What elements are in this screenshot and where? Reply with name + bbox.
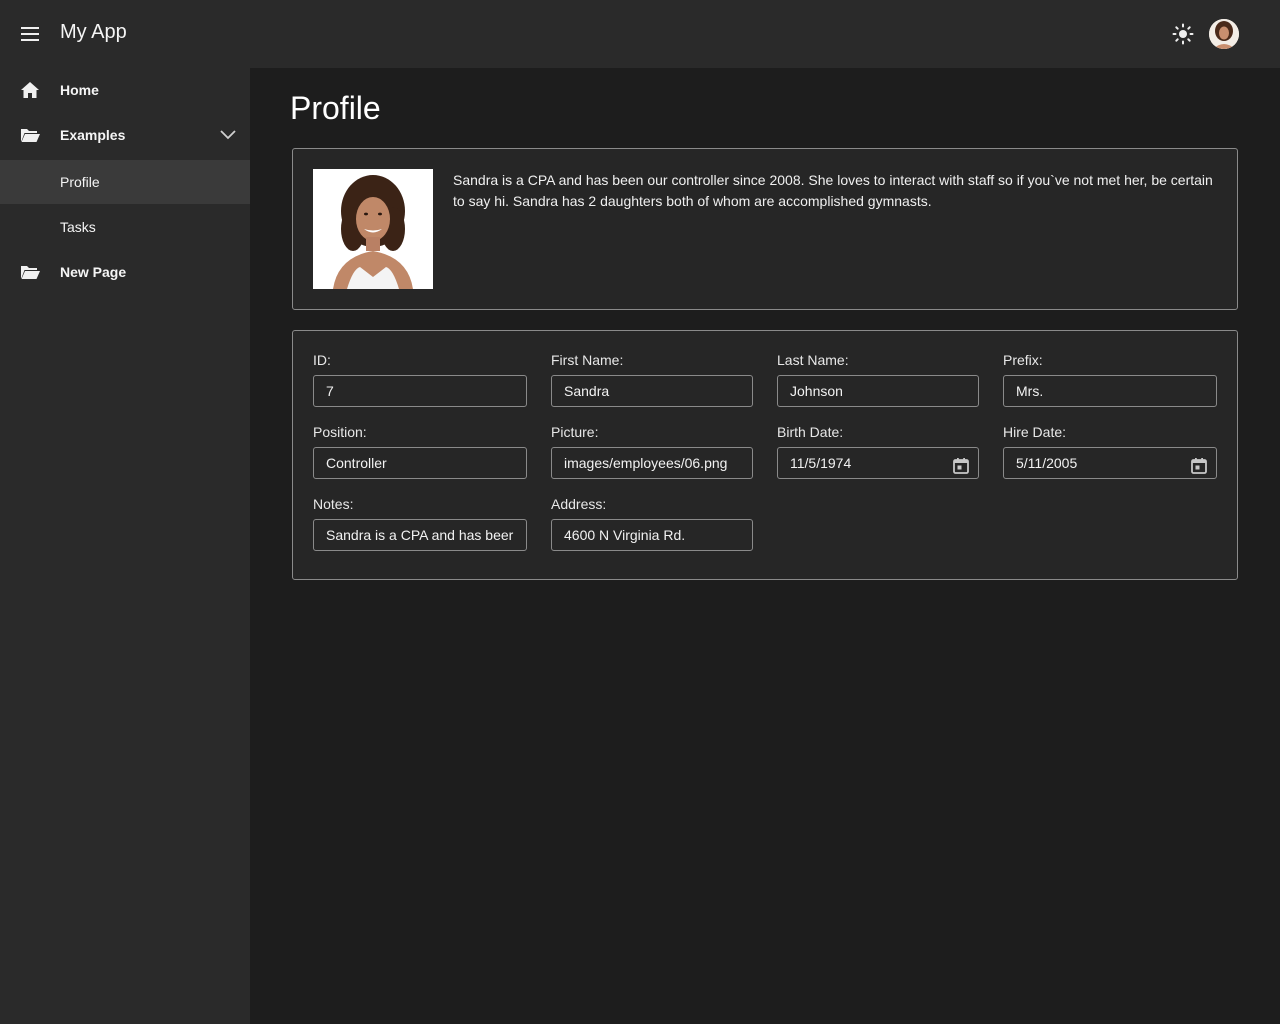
id-label: ID: bbox=[313, 352, 331, 368]
notes-field[interactable]: Sandra is a CPA and has beer bbox=[313, 519, 527, 551]
hamburger-menu-icon[interactable] bbox=[20, 24, 40, 44]
home-icon bbox=[20, 80, 40, 100]
sidebar-item-tasks[interactable]: Tasks bbox=[0, 205, 250, 249]
first-name-label: First Name: bbox=[551, 352, 624, 368]
hire-date-label: Hire Date: bbox=[1003, 424, 1067, 440]
notes-label: Notes: bbox=[313, 496, 354, 512]
last-name-label: Last Name: bbox=[777, 352, 849, 368]
sidebar-item-label: Profile bbox=[60, 174, 100, 190]
bio-text: Sandra is a CPA and has been our control… bbox=[453, 172, 1213, 209]
hire-date-value: 5/11/2005 bbox=[1016, 455, 1078, 471]
prefix-label: Prefix: bbox=[1003, 352, 1043, 368]
picture-field[interactable]: images/employees/06.png bbox=[551, 447, 753, 479]
calendar-icon[interactable] bbox=[1190, 455, 1208, 474]
sidebar-item-label: Examples bbox=[60, 127, 126, 143]
birth-date-value: 11/5/1974 bbox=[790, 455, 852, 471]
user-avatar[interactable] bbox=[1209, 19, 1239, 49]
app-header: My App bbox=[0, 0, 1280, 68]
sidebar-item-label: Tasks bbox=[60, 219, 96, 235]
sidebar: Home Examples Profile Tasks New Page bbox=[0, 68, 250, 1024]
calendar-icon[interactable] bbox=[952, 455, 970, 474]
sidebar-item-label: Home bbox=[60, 82, 99, 98]
sidebar-item-label: New Page bbox=[60, 264, 127, 280]
prefix-field[interactable]: Mrs. bbox=[1003, 375, 1217, 407]
sidebar-item-examples[interactable]: Examples bbox=[0, 113, 250, 157]
chevron-down-icon[interactable] bbox=[218, 127, 238, 143]
birth-date-label: Birth Date: bbox=[777, 424, 844, 440]
sidebar-item-home[interactable]: Home bbox=[0, 68, 250, 112]
birth-date-field[interactable]: 11/5/1974 bbox=[777, 447, 979, 479]
profile-form: ID: 7 First Name: Sandra Last Name: John… bbox=[292, 330, 1238, 580]
app-title: My App bbox=[60, 21, 127, 43]
id-field[interactable]: 7 bbox=[313, 375, 527, 407]
page-title: Profile bbox=[290, 90, 381, 126]
folder-open-icon bbox=[20, 125, 40, 145]
sidebar-item-new-page[interactable]: New Page bbox=[0, 250, 250, 294]
bio-card: Sandra is a CPA and has been our control… bbox=[292, 148, 1238, 310]
address-field[interactable]: 4600 N Virginia Rd. bbox=[551, 519, 753, 551]
folder-open-icon bbox=[20, 262, 40, 282]
last-name-field[interactable]: Johnson bbox=[777, 375, 979, 407]
sun-icon[interactable] bbox=[1171, 22, 1195, 46]
position-label: Position: bbox=[313, 424, 367, 440]
picture-label: Picture: bbox=[551, 424, 599, 440]
sidebar-item-profile[interactable]: Profile bbox=[0, 160, 250, 204]
profile-photo bbox=[313, 169, 433, 289]
hire-date-field[interactable]: 5/11/2005 bbox=[1003, 447, 1217, 479]
first-name-field[interactable]: Sandra bbox=[551, 375, 753, 407]
position-field[interactable]: Controller bbox=[313, 447, 527, 479]
address-label: Address: bbox=[551, 496, 607, 512]
